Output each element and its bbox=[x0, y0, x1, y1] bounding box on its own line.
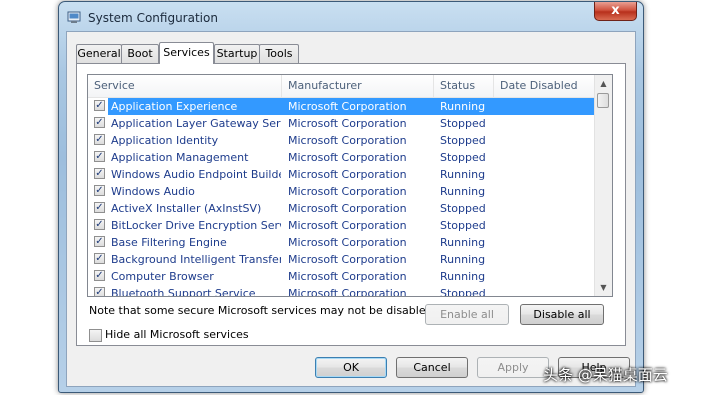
service-manufacturer: Microsoft Corporation bbox=[288, 287, 407, 296]
service-checkbox[interactable]: ✓ bbox=[94, 219, 105, 230]
column-status[interactable]: Status bbox=[434, 75, 494, 97]
service-name: Windows Audio Endpoint Builder bbox=[111, 168, 281, 181]
tab-services[interactable]: Services bbox=[159, 42, 214, 64]
service-status: Stopped bbox=[440, 117, 486, 130]
dialog-client-area: General Boot Services Startup Tools Serv… bbox=[66, 31, 636, 387]
service-name: BitLocker Drive Encryption Service bbox=[111, 219, 281, 232]
list-header: Service Manufacturer Status Date Disable… bbox=[88, 75, 596, 98]
table-row[interactable]: ✓ Application Experience Microsoft Corpora… bbox=[88, 98, 596, 115]
service-status: Running bbox=[440, 185, 486, 198]
table-row[interactable]: ✓ Windows Audio Endpoint Builder Microsoft… bbox=[88, 166, 596, 183]
disable-all-button[interactable]: Disable all bbox=[520, 304, 604, 325]
service-checkbox[interactable]: ✓ bbox=[94, 185, 105, 196]
hide-microsoft-services-checkbox[interactable] bbox=[89, 329, 102, 342]
service-checkbox[interactable]: ✓ bbox=[94, 236, 105, 247]
service-status: Stopped bbox=[440, 287, 486, 296]
secure-services-note: Note that some secure Microsoft services… bbox=[89, 304, 437, 317]
service-checkbox[interactable]: ✓ bbox=[94, 287, 105, 296]
table-row[interactable]: ✓ Background Intelligent Transfer ... Micr… bbox=[88, 251, 596, 268]
service-manufacturer: Microsoft Corporation bbox=[288, 202, 407, 215]
service-status: Stopped bbox=[440, 134, 486, 147]
service-status: Running bbox=[440, 270, 486, 283]
tab-startup[interactable]: Startup bbox=[214, 44, 260, 63]
hide-microsoft-services-label[interactable]: Hide all Microsoft services bbox=[105, 328, 249, 341]
close-button[interactable]: x bbox=[594, 2, 637, 21]
table-row[interactable]: ✓ Application Management Microsoft Corpora… bbox=[88, 149, 596, 166]
tab-general[interactable]: General bbox=[76, 44, 122, 63]
table-row[interactable]: ✓ Bluetooth Support Service Microsoft Corp… bbox=[88, 285, 596, 296]
service-manufacturer: Microsoft Corporation bbox=[288, 253, 407, 266]
service-name: Application Identity bbox=[111, 134, 219, 147]
table-row[interactable]: ✓ Application Identity Microsoft Corporati… bbox=[88, 132, 596, 149]
title-bar[interactable]: System Configuration x bbox=[59, 2, 643, 32]
ok-button[interactable]: OK bbox=[315, 357, 387, 378]
service-manufacturer: Microsoft Corporation bbox=[288, 270, 407, 283]
service-checkbox[interactable]: ✓ bbox=[94, 134, 105, 145]
watermark: 头条 @呆猫桌面云 bbox=[543, 366, 668, 384]
service-manufacturer: Microsoft Corporation bbox=[288, 236, 407, 249]
services-list[interactable]: Service Manufacturer Status Date Disable… bbox=[87, 74, 613, 297]
service-checkbox[interactable]: ✓ bbox=[94, 168, 105, 179]
close-icon: x bbox=[611, 3, 620, 18]
tab-boot[interactable]: Boot bbox=[121, 44, 159, 63]
service-name: Application Layer Gateway Service bbox=[111, 117, 281, 130]
service-manufacturer: Microsoft Corporation bbox=[288, 117, 407, 130]
service-name: Windows Audio bbox=[111, 185, 195, 198]
service-manufacturer: Microsoft Corporation bbox=[288, 168, 407, 181]
service-checkbox[interactable]: ✓ bbox=[94, 253, 105, 264]
system-configuration-window: System Configuration x General Boot Serv… bbox=[58, 1, 644, 393]
table-row[interactable]: ✓ Application Layer Gateway Service Micros… bbox=[88, 115, 596, 132]
table-row[interactable]: ✓ BitLocker Drive Encryption Service Micro… bbox=[88, 217, 596, 234]
vertical-scrollbar[interactable]: ▲ ▼ bbox=[594, 75, 612, 296]
service-status: Running bbox=[440, 253, 486, 266]
service-status: Stopped bbox=[440, 219, 486, 232]
tab-tools[interactable]: Tools bbox=[259, 44, 299, 63]
service-checkbox[interactable]: ✓ bbox=[94, 100, 105, 111]
column-manufacturer[interactable]: Manufacturer bbox=[282, 75, 434, 97]
service-status: Stopped bbox=[440, 151, 486, 164]
window-title: System Configuration bbox=[88, 11, 218, 25]
service-manufacturer: Microsoft Corporation bbox=[288, 185, 407, 198]
service-status: Running bbox=[440, 100, 486, 113]
scroll-up-icon[interactable]: ▲ bbox=[595, 75, 612, 92]
scroll-down-icon[interactable]: ▼ bbox=[595, 279, 612, 296]
apply-button[interactable]: Apply bbox=[477, 357, 549, 378]
service-checkbox[interactable]: ✓ bbox=[94, 151, 105, 162]
msconfig-icon bbox=[67, 11, 81, 23]
table-row[interactable]: ✓ Base Filtering Engine Microsoft Corporat… bbox=[88, 234, 596, 251]
table-row[interactable]: ✓ Computer Browser Microsoft Corporation Ru… bbox=[88, 268, 596, 285]
column-service[interactable]: Service bbox=[88, 75, 282, 97]
service-name: Computer Browser bbox=[111, 270, 214, 283]
service-status: Running bbox=[440, 236, 486, 249]
enable-all-button[interactable]: Enable all bbox=[425, 304, 509, 325]
service-name: Application Management bbox=[111, 151, 249, 164]
service-checkbox[interactable]: ✓ bbox=[94, 270, 105, 281]
service-manufacturer: Microsoft Corporation bbox=[288, 151, 407, 164]
service-checkbox[interactable]: ✓ bbox=[94, 202, 105, 213]
scroll-thumb[interactable] bbox=[597, 93, 609, 108]
table-row[interactable]: ✓ Windows Audio Microsoft Corporation Runni… bbox=[88, 183, 596, 200]
service-manufacturer: Microsoft Corporation bbox=[288, 100, 407, 113]
column-date-disabled[interactable]: Date Disabled bbox=[494, 75, 596, 97]
service-manufacturer: Microsoft Corporation bbox=[288, 134, 407, 147]
list-rows: ✓ Application Experience Microsoft Corpora… bbox=[88, 98, 596, 296]
service-status: Running bbox=[440, 168, 486, 181]
service-name: ActiveX Installer (AxInstSV) bbox=[111, 202, 262, 215]
service-checkbox[interactable]: ✓ bbox=[94, 117, 105, 128]
service-name: Application Experience bbox=[111, 100, 238, 113]
service-name: Background Intelligent Transfer ... bbox=[111, 253, 281, 266]
service-name: Bluetooth Support Service bbox=[111, 287, 256, 296]
services-panel: Service Manufacturer Status Date Disable… bbox=[76, 63, 626, 346]
table-row[interactable]: ✓ ActiveX Installer (AxInstSV) Microsoft C… bbox=[88, 200, 596, 217]
service-manufacturer: Microsoft Corporation bbox=[288, 219, 407, 232]
service-name: Base Filtering Engine bbox=[111, 236, 227, 249]
service-status: Stopped bbox=[440, 202, 486, 215]
cancel-button[interactable]: Cancel bbox=[396, 357, 468, 378]
